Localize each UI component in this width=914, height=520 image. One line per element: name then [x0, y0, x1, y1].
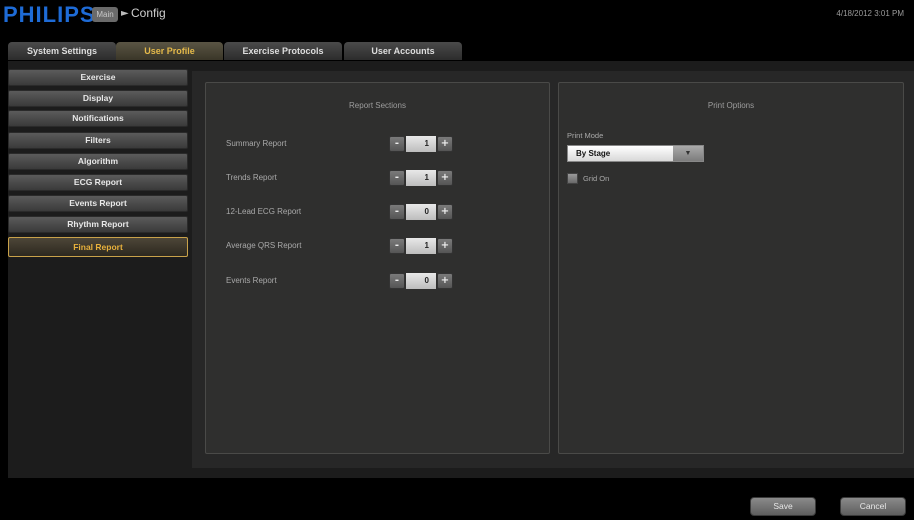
events-report-plus-button[interactable]: + — [437, 273, 453, 289]
average-qrs-report-minus-button[interactable]: - — [389, 238, 405, 254]
chevron-down-icon[interactable]: ▼ — [673, 146, 703, 161]
print-options-title: Print Options — [707, 101, 755, 110]
average-qrs-report-value: 1 — [406, 238, 436, 254]
events-report-label: Events Report — [226, 276, 277, 285]
report-sections-panel: Report Sections Summary Report - 1 + Tre… — [205, 82, 550, 454]
sidebar-item-rhythm-report[interactable]: Rhythm Report — [8, 216, 188, 233]
breadcrumb-arrow-icon: ► — [121, 8, 129, 19]
average-qrs-report-stepper: - 1 + — [389, 238, 453, 254]
events-report-stepper: - 0 + — [389, 273, 453, 289]
grid-on-label: Grid On — [583, 174, 610, 183]
summary-report-minus-button[interactable]: - — [389, 136, 405, 152]
average-qrs-report-label: Average QRS Report — [226, 241, 302, 250]
trends-report-label: Trends Report — [226, 173, 277, 182]
sidebar-item-algorithm[interactable]: Algorithm — [8, 153, 188, 170]
trends-report-stepper: - 1 + — [389, 170, 453, 186]
tab-user-profile[interactable]: User Profile — [116, 42, 223, 60]
sidebar-item-exercise[interactable]: Exercise — [8, 69, 188, 86]
report-sections-title: Report Sections — [349, 101, 406, 110]
12-lead-ecg-report-stepper: - 0 + — [389, 204, 453, 220]
trends-report-minus-button[interactable]: - — [389, 170, 405, 186]
title-bar: PHILIPS Main ► Config 4/18/2012 3:01 PM — [0, 0, 914, 38]
summary-report-value: 1 — [406, 136, 436, 152]
sidebar-item-final-report[interactable]: Final Report — [8, 237, 188, 257]
breadcrumb: Config — [131, 6, 166, 20]
tab-system-settings[interactable]: System Settings — [8, 42, 116, 60]
12-lead-ecg-report-minus-button[interactable]: - — [389, 204, 405, 220]
12-lead-ecg-report-plus-button[interactable]: + — [437, 204, 453, 220]
print-mode-select[interactable]: By Stage ▼ — [567, 145, 704, 162]
summary-report-stepper: - 1 + — [389, 136, 453, 152]
sidebar-item-filters[interactable]: Filters — [8, 132, 188, 149]
print-mode-value: By Stage — [576, 149, 611, 158]
trends-report-value: 1 — [406, 170, 436, 186]
sidebar-item-events-report[interactable]: Events Report — [8, 195, 188, 212]
tab-user-accounts[interactable]: User Accounts — [344, 42, 462, 60]
main-mode-badge[interactable]: Main — [92, 7, 118, 22]
datetime-display: 4/18/2012 3:01 PM — [836, 9, 904, 18]
summary-report-plus-button[interactable]: + — [437, 136, 453, 152]
sidebar-item-display[interactable]: Display — [8, 90, 188, 107]
grid-on-checkbox[interactable] — [567, 173, 578, 184]
print-options-panel: Print Options Print Mode By Stage ▼ Grid… — [558, 82, 904, 454]
12-lead-ecg-report-value: 0 — [406, 204, 436, 220]
save-button[interactable]: Save — [750, 497, 816, 516]
print-mode-label: Print Mode — [567, 131, 604, 140]
sidebar-item-ecg-report[interactable]: ECG Report — [8, 174, 188, 191]
average-qrs-report-plus-button[interactable]: + — [437, 238, 453, 254]
philips-logo: PHILIPS — [3, 2, 96, 27]
sidebar-item-notifications[interactable]: Notifications — [8, 110, 188, 127]
cancel-button[interactable]: Cancel — [840, 497, 906, 516]
events-report-value: 0 — [406, 273, 436, 289]
tab-exercise-protocols[interactable]: Exercise Protocols — [224, 42, 342, 60]
tab-bar: System Settings User Profile Exercise Pr… — [0, 38, 914, 60]
12-lead-ecg-report-label: 12-Lead ECG Report — [226, 207, 302, 216]
summary-report-label: Summary Report — [226, 139, 287, 148]
trends-report-plus-button[interactable]: + — [437, 170, 453, 186]
events-report-minus-button[interactable]: - — [389, 273, 405, 289]
